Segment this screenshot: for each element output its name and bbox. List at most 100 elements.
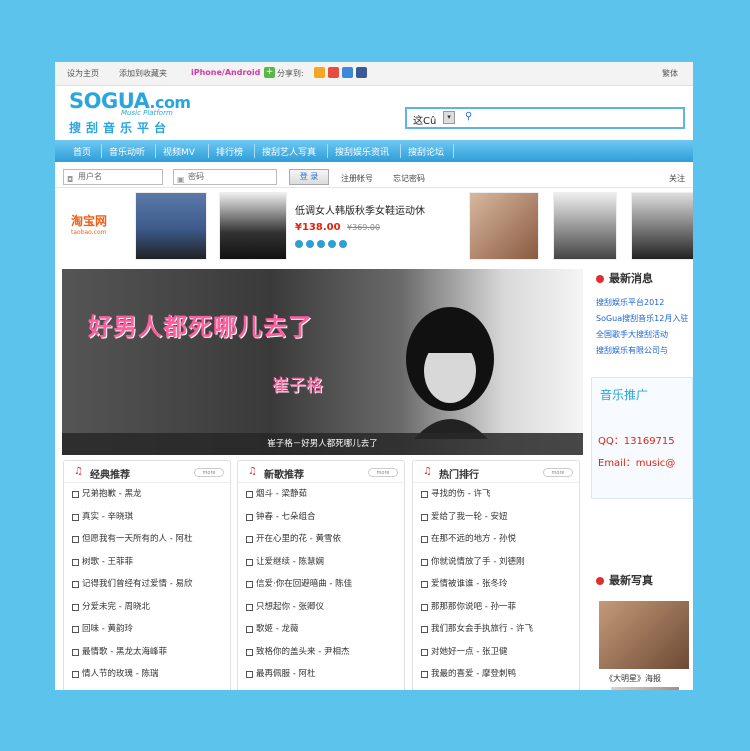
song-title[interactable]: 对她好一点 - 张卫健 [431,647,507,657]
song-title[interactable]: 我们那女会手执旅行 - 许飞 [431,624,533,634]
set-home-link[interactable]: 设为主页 [67,68,99,79]
song-title[interactable]: 最情歌 - 黑龙太海峰菲 [82,647,167,657]
song-item[interactable]: 烟斗 - 梁静茹 [238,483,404,506]
song-item[interactable]: 我最的喜爱 - 摩登刺鸭 [413,663,579,686]
plus-icon[interactable]: + [264,67,275,78]
news-item[interactable]: 搜刮娱乐有限公司与 [591,343,693,359]
facebook-share-icon[interactable] [356,67,367,78]
song-title[interactable]: 我最的喜爱 - 摩登刺鸭 [431,669,516,679]
song-item[interactable]: 爱情被谁谁 - 张冬玲 [413,573,579,596]
more-button[interactable]: more [194,468,224,477]
ad-slide-dots[interactable] [295,240,350,251]
song-title[interactable]: 记得我们曾经有过爱情 - 易欣 [82,579,192,589]
song-item[interactable]: 但愿我有一天所有的人 - 阿杜 [64,528,230,551]
song-title[interactable]: 情人节的玫瑰 - 陈瑞 [82,669,158,679]
song-item[interactable]: 致格你的盖头来 - 尹相杰 [238,641,404,664]
song-item[interactable]: 回味 - 黄韵玲 [64,618,230,641]
login-button[interactable]: 登 录 [289,169,329,185]
nav-item-home[interactable]: 首页 [73,145,91,158]
song-checkbox[interactable] [72,648,79,656]
featured-banner[interactable]: 好男人都死哪儿去了 崔子格 崔子格－好男人都死哪儿去了 [62,269,583,455]
song-title[interactable]: 烟斗 - 梁静茹 [256,489,307,499]
banner-caption[interactable]: 崔子格－好男人都死哪儿去了 [62,433,583,455]
news-item[interactable]: 搜刮娱乐平台2012 [591,295,693,311]
song-checkbox[interactable] [246,671,253,678]
nav-item-artist-photos[interactable]: 搜刮艺人写真 [262,145,316,158]
song-title[interactable]: 最再佩服 - 阿杜 [256,669,315,679]
song-checkbox[interactable] [421,648,428,656]
song-title[interactable]: 那那那你说吧 - 孙一菲 [431,602,516,612]
song-item[interactable]: 记得我们曾经有过爱情 - 易欣 [64,573,230,596]
song-item[interactable]: 真实 - 辛晓琪 [64,506,230,529]
song-checkbox[interactable] [421,671,428,678]
song-title[interactable]: 回味 - 黄韵玲 [82,624,133,634]
nav-item-charts[interactable]: 排行榜 [216,145,243,158]
taobao-logo[interactable]: 淘宝网 taobao.com [71,212,121,238]
song-title[interactable]: 在那不远的地方 - 孙悦 [431,534,516,544]
song-item[interactable]: 树歌 - 王菲菲 [64,551,230,574]
song-checkbox[interactable] [421,558,428,566]
search-icon[interactable]: ⚲ [465,111,472,122]
song-item[interactable]: 开在心里的花 - 黄雪依 [238,528,404,551]
song-item[interactable]: 分爱未完 - 周晓北 [64,596,230,619]
forgot-password-link[interactable]: 忘记密码 [393,173,425,184]
song-title[interactable]: 但愿我有一天所有的人 - 阿杜 [82,534,192,544]
song-title[interactable]: 歌姬 - 龙薇 [256,624,298,634]
song-item[interactable]: 歌姬 - 龙薇 [238,618,404,641]
song-checkbox[interactable] [246,513,253,521]
photo-thumbnail[interactable] [599,601,689,669]
product-image-sneakers[interactable] [219,192,287,260]
song-item[interactable]: 兄弟抱歉 - 黑龙 [64,483,230,506]
song-item[interactable]: 你就说情放了手 - 刘德刚 [413,551,579,574]
nav-item-mv[interactable]: 视频MV [163,145,195,158]
song-checkbox[interactable] [246,491,253,498]
music-promotion-box[interactable]: 音乐推广 QQ：13169715 Email：music@ [591,377,693,499]
traditional-chinese-link[interactable]: 繁体 [662,68,678,79]
song-item[interactable]: 最再佩服 - 阿杜 [238,663,404,686]
song-checkbox[interactable] [246,603,253,611]
song-title[interactable]: 寻找的伤 - 许飞 [431,489,490,499]
song-checkbox[interactable] [421,536,428,543]
song-title[interactable]: 爱情被谁谁 - 张冬玲 [431,579,507,589]
renren-share-icon[interactable] [328,67,339,78]
more-button[interactable]: more [368,468,398,477]
song-checkbox[interactable] [246,536,253,543]
username-field[interactable]: ◘ 用户名 [63,169,163,185]
product-image-jeans-shoes[interactable] [135,192,207,260]
song-title[interactable]: 真实 - 辛晓琪 [82,512,133,522]
search-type-dropdown[interactable]: ▾ [443,111,455,124]
song-checkbox[interactable] [72,626,79,633]
product-image-model[interactable] [469,192,539,260]
song-title[interactable]: 钟春 - 七朵组合 [256,512,315,522]
news-item[interactable]: 全国歌手大搜刮活动 [591,327,693,343]
song-checkbox[interactable] [72,491,79,498]
song-checkbox[interactable] [246,648,253,656]
song-item[interactable]: 那那那你说吧 - 孙一菲 [413,596,579,619]
song-title[interactable]: 让爱继续 - 陈慧娴 [256,557,324,567]
song-title[interactable]: 只想起你 - 张卿仪 [256,602,324,612]
news-item[interactable]: SoGua搜刮音乐12月入驻 [591,311,693,327]
add-favorite-link[interactable]: 添加到收藏夹 [119,68,167,79]
photo-thumbnail[interactable] [611,687,679,690]
song-item[interactable]: 爱给了我一轮 - 安妞 [413,506,579,529]
song-title[interactable]: 树歌 - 王菲菲 [82,557,133,567]
photo-caption[interactable]: 《大明星》海报 [605,673,661,684]
song-title[interactable]: 信爱·你在回避暗曲 - 陈佳 [256,579,352,589]
song-checkbox[interactable] [421,513,428,521]
song-title[interactable]: 你就说情放了手 - 刘德刚 [431,557,524,567]
song-item[interactable]: 对她好一点 - 张卫健 [413,641,579,664]
nav-item-news[interactable]: 搜刮娱乐资讯 [335,145,389,158]
product-image-boots[interactable] [553,192,617,260]
song-checkbox[interactable] [72,581,79,588]
nav-item-forum[interactable]: 搜刮论坛 [408,145,444,158]
song-item[interactable]: 在那不远的地方 - 孙悦 [413,528,579,551]
song-checkbox[interactable] [421,491,428,498]
register-link[interactable]: 注册帐号 [341,173,373,184]
song-checkbox[interactable] [72,603,79,611]
qzone-share-icon[interactable] [342,67,353,78]
more-button[interactable]: more [543,468,573,477]
song-checkbox[interactable] [421,626,428,633]
song-item[interactable]: 最情歌 - 黑龙太海峰菲 [64,641,230,664]
product-image-heels[interactable] [631,192,693,260]
song-checkbox[interactable] [246,626,253,633]
